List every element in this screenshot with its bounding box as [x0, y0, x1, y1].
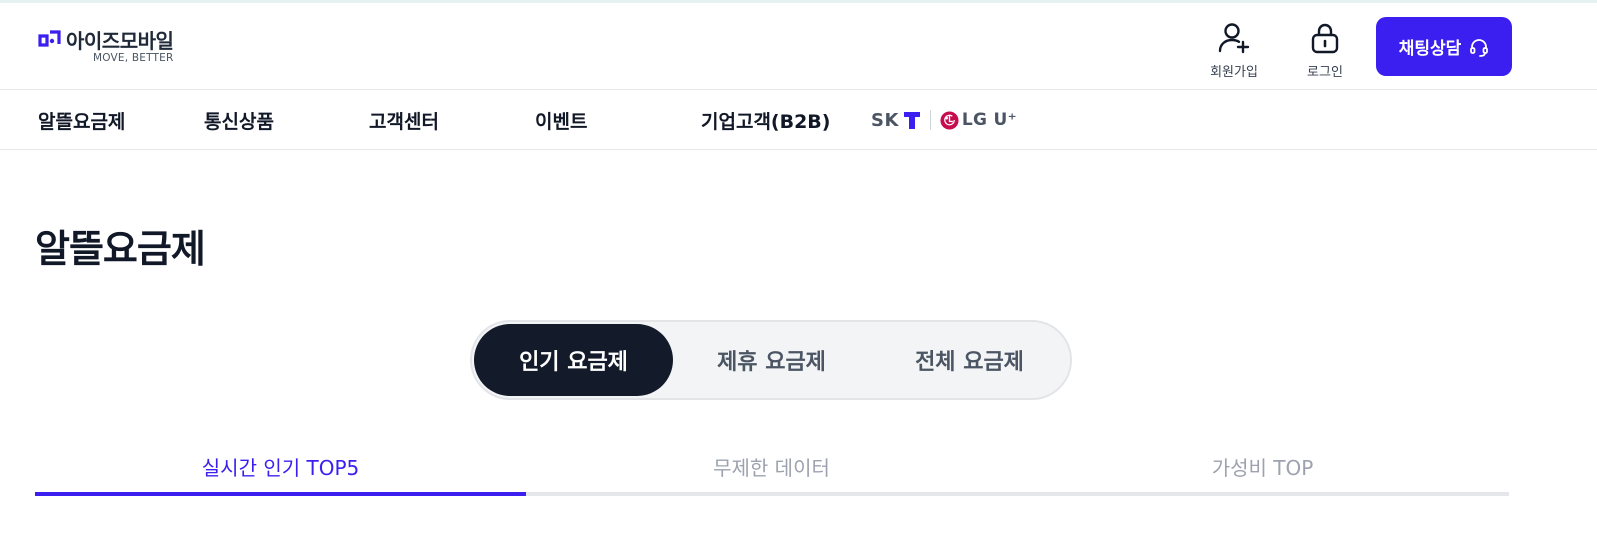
- chat-consult-button[interactable]: 채팅상담: [1376, 17, 1512, 76]
- segment-popular-plans[interactable]: 인기 요금제: [474, 324, 673, 396]
- brand-logo-icon: [38, 30, 61, 47]
- login-link[interactable]: 로그인: [1285, 21, 1365, 81]
- nav-item-telecom-products[interactable]: 통신상품: [204, 107, 274, 134]
- segment-partner-plans[interactable]: 제휴 요금제: [672, 324, 871, 396]
- sk-t-logo-icon: [903, 112, 920, 129]
- carrier-divider: [929, 110, 931, 130]
- site-header: 아이즈모바일 MOVE, BETTER 회원가입 로그인 채팅상담: [0, 3, 1597, 90]
- lg-logo-icon: [940, 110, 959, 130]
- nav-item-events[interactable]: 이벤트: [535, 107, 587, 134]
- main-nav: 알뜰요금제 통신상품 고객센터 이벤트 기업고객(B2B) SK LG U⁺: [0, 90, 1597, 150]
- tab-value-top[interactable]: 가성비 TOP: [1017, 440, 1508, 496]
- headset-icon: [1470, 38, 1489, 57]
- signup-label: 회원가입: [1210, 65, 1258, 80]
- tab-unlimited-data[interactable]: 무제한 데이터: [526, 440, 1017, 496]
- active-tab-indicator: [35, 492, 526, 496]
- login-label: 로그인: [1307, 65, 1343, 80]
- carrier-logos: SK LG U⁺: [871, 106, 1017, 134]
- nav-item-customer-center[interactable]: 고객센터: [369, 107, 439, 134]
- lock-icon: [1311, 23, 1339, 54]
- sk-logo-text: SK: [871, 109, 899, 131]
- nav-item-budget-plans[interactable]: 알뜰요금제: [38, 107, 125, 134]
- page-title: 알뜰요금제: [35, 227, 206, 271]
- lg-uplus-logo-text: LG U⁺: [961, 110, 1017, 130]
- user-plus-icon: [1218, 23, 1250, 54]
- brand-name: 아이즈모바일: [66, 29, 174, 53]
- brand-tagline: MOVE, BETTER: [93, 52, 174, 64]
- chat-consult-label: 채팅상담: [1398, 39, 1462, 59]
- plan-tabs: 실시간 인기 TOP5 무제한 데이터 가성비 TOP: [35, 440, 1509, 497]
- signup-link[interactable]: 회원가입: [1194, 21, 1274, 81]
- tab-realtime-top5[interactable]: 실시간 인기 TOP5: [35, 440, 526, 496]
- plan-category-toggle: 인기 요금제 제휴 요금제 전체 요금제: [470, 320, 1072, 400]
- segment-all-plans[interactable]: 전체 요금제: [870, 324, 1069, 396]
- brand-logo[interactable]: 아이즈모바일 MOVE, BETTER: [38, 25, 198, 65]
- nav-item-b2b[interactable]: 기업고객(B2B): [701, 107, 830, 134]
